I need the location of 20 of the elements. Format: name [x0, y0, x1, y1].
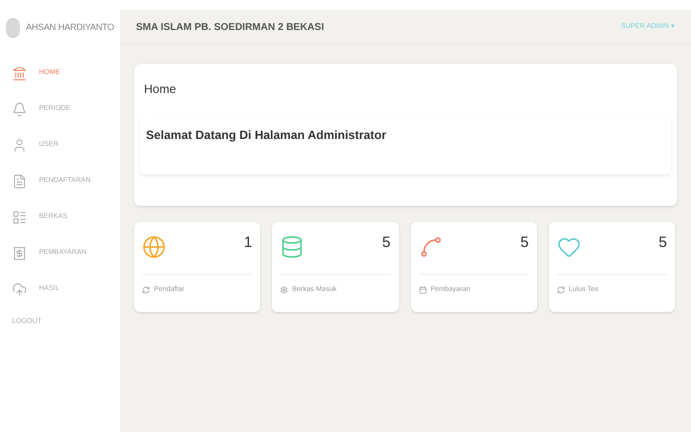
welcome-message: Selamat Datang Di Halaman Administrator — [146, 127, 388, 144]
calendar-icon — [418, 286, 426, 294]
stat-value: 5 — [520, 233, 529, 253]
stat-value: 5 — [382, 233, 390, 253]
refresh-icon — [556, 286, 565, 294]
bank-icon — [12, 66, 27, 80]
user-name: AHSAN HARDIYANTO — [26, 20, 114, 34]
user-icon — [12, 138, 27, 152]
school-title: SMA ISLAM PB. SOEDIRMAN 2 BEKASI — [136, 20, 324, 34]
columns-icon — [12, 210, 27, 224]
gear-icon — [280, 286, 288, 294]
document-icon — [12, 174, 27, 188]
cloud-upload-icon — [12, 282, 27, 296]
avatar — [6, 18, 20, 38]
bell-icon — [12, 102, 27, 116]
stat-value: 5 — [658, 233, 667, 253]
receipt-icon — [12, 246, 27, 260]
stat-value: 1 — [244, 233, 252, 253]
page-title: Home — [143, 81, 178, 98]
refresh-icon — [142, 286, 150, 294]
